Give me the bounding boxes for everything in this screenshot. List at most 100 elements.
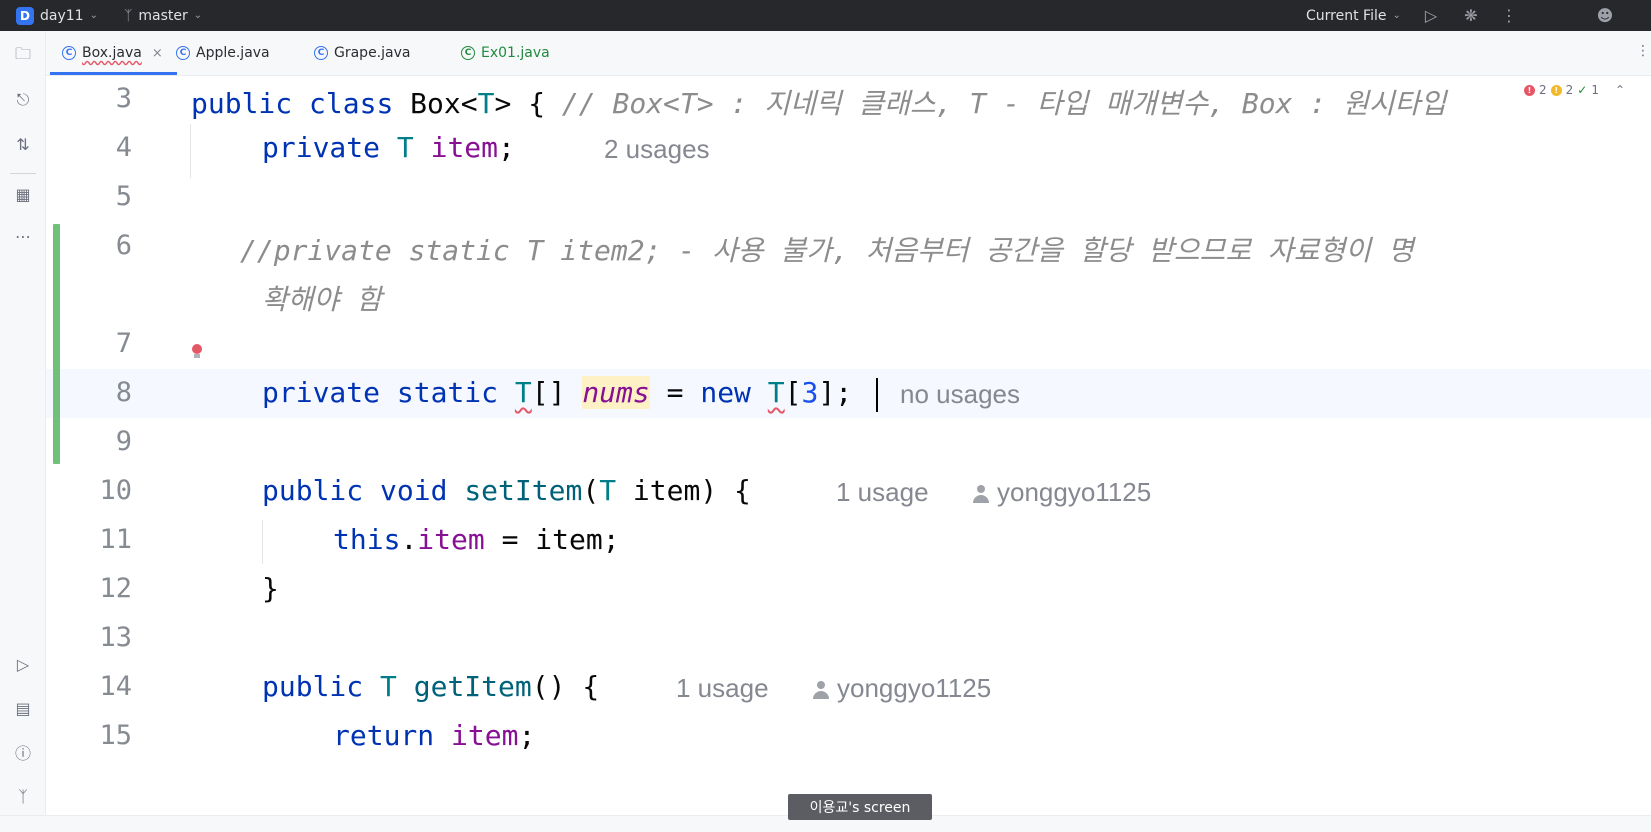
code-editor[interactable]: ! 2 ! 2 ✓ 1 ⌃ 3 4 5 6 7 8 9 10 11 12 13 … <box>46 76 1651 815</box>
method-name: getItem <box>413 670 532 703</box>
chevron-down-icon: ⌄ <box>1392 10 1401 21</box>
line-number: 9 <box>115 426 132 457</box>
symbol: ) { <box>700 474 751 507</box>
line-number: 8 <box>115 377 132 408</box>
type-param: T <box>477 87 495 120</box>
indent-guide <box>262 520 263 564</box>
indent-guide <box>190 124 191 178</box>
add-user-icon[interactable]: ☻ <box>1592 0 1618 31</box>
tab-apple-java[interactable]: C Apple.java <box>176 31 270 75</box>
type-param: T <box>599 474 617 507</box>
symbol: ( <box>582 474 600 507</box>
number-literal: 3 <box>801 376 819 409</box>
tool-separator <box>10 173 36 174</box>
type-param-error: T <box>767 376 785 409</box>
branch-selector[interactable]: ᛉ master ⌄ <box>124 0 202 31</box>
keyword: this <box>333 523 401 556</box>
git-icon[interactable]: ᛉ <box>10 783 36 809</box>
project-selector[interactable]: D day11 ⌄ <box>16 0 98 31</box>
inspections-widget[interactable]: ! 2 ! 2 ✓ 1 ⌃ <box>1524 80 1625 100</box>
symbol: ; <box>498 131 515 164</box>
pull-request-icon[interactable]: ⇅ <box>10 131 36 157</box>
tool-window-strip: 🗀 ⎋ ⇅ ▦ ⋯ ▷ ▤ ⓘ ᛉ <box>0 31 46 815</box>
tab-grape-java[interactable]: C Grape.java <box>314 31 410 75</box>
keyword: static <box>396 376 499 409</box>
chevron-down-icon: ⌄ <box>193 10 203 21</box>
author-icon <box>973 485 989 504</box>
tab-box-java[interactable]: C Box.java × <box>50 31 177 75</box>
line-number: 15 <box>99 720 132 751</box>
line-number: 13 <box>99 622 132 653</box>
more-icon[interactable]: ⋯ <box>10 223 36 249</box>
debug-icon[interactable]: ❋ <box>1458 0 1484 31</box>
line-number: 12 <box>99 573 132 604</box>
field: item <box>417 523 485 556</box>
code-line-14: public T getItem() { <box>262 670 599 703</box>
tab-ex01-java[interactable]: C Ex01.java <box>461 31 550 75</box>
keyword: public <box>262 474 364 507</box>
code-line-3: public class Box<T> { // Box<T> : 지네릭 클래… <box>191 82 1446 122</box>
keyword: private <box>262 376 381 409</box>
author-name: yonggyo1125 <box>837 673 992 703</box>
tab-label: Apple.java <box>196 45 270 61</box>
code-line-10: public void setItem(T item) { <box>262 474 751 507</box>
field: item <box>430 131 499 164</box>
tab-label: Box.java <box>82 45 142 61</box>
error-count: 2 <box>1539 83 1547 97</box>
services-icon[interactable]: ▷ <box>10 651 36 677</box>
problems-icon[interactable]: ⓘ <box>10 739 36 765</box>
field: item <box>451 719 519 752</box>
usages-hint[interactable]: 1 usage <box>836 477 929 507</box>
terminal-icon[interactable]: ▤ <box>10 695 36 721</box>
ok-count: 1 <box>1591 83 1599 97</box>
branch-icon: ᛉ <box>124 7 133 24</box>
tab-menu-icon[interactable]: ⋮ <box>1636 43 1650 59</box>
usage-author-hint[interactable]: 1 usage yonggyo1125 <box>836 477 1151 508</box>
code-line-8: private static T[] nums = new T[3]; <box>262 376 852 409</box>
type-param: T <box>396 131 414 164</box>
usage-author-hint[interactable]: 1 usage yonggyo1125 <box>676 673 991 704</box>
symbol: { <box>528 87 546 120</box>
static-field: nums <box>582 376 650 409</box>
editor-tabs: C Box.java × C Apple.java C Grape.java C… <box>46 31 1651 76</box>
usages-hint[interactable]: 1 usage <box>676 673 769 703</box>
line-number: 3 <box>115 83 132 114</box>
class-icon: C <box>314 46 328 60</box>
keyword: void <box>380 474 448 507</box>
project-badge: D <box>16 6 34 25</box>
usages-hint[interactable]: 2 usages <box>604 134 710 165</box>
line-number: 14 <box>99 671 132 702</box>
more-vertical-icon[interactable]: ⋮ <box>1496 0 1522 31</box>
check-icon: ✓ <box>1577 83 1588 97</box>
symbol: ; <box>518 719 536 752</box>
chevron-down-icon: ⌄ <box>89 10 98 21</box>
symbol: . <box>400 523 418 556</box>
folder-icon[interactable]: 🗀 <box>10 43 36 69</box>
commit-icon[interactable]: ⎋ <box>10 87 36 113</box>
code-line-12: } <box>262 572 279 605</box>
class-icon: C <box>176 46 190 60</box>
vcs-modified-marker <box>53 224 60 464</box>
author-icon <box>813 681 829 700</box>
usages-hint[interactable]: no usages <box>900 379 1020 410</box>
keyword: public <box>191 87 293 120</box>
keyword: return <box>333 719 435 752</box>
chevron-up-icon[interactable]: ⌃ <box>1615 83 1625 97</box>
run-config-selector[interactable]: Current File ⌄ <box>1306 0 1401 31</box>
comment: // Box<T> : 지네릭 클래스, T - 타입 매개변수, Box : … <box>561 87 1447 120</box>
symbol: () { <box>531 670 600 703</box>
symbol: < <box>460 87 478 120</box>
run-icon[interactable]: ▷ <box>1418 0 1444 31</box>
code-line-15: return item; <box>333 719 535 752</box>
line-number: 5 <box>115 181 132 212</box>
close-icon[interactable]: × <box>152 46 163 61</box>
run-config-label: Current File <box>1306 7 1387 24</box>
runnable-class-icon: C <box>461 46 475 60</box>
line-number: 4 <box>115 132 132 163</box>
code-line-6-wrap: 확해야 함 <box>262 283 382 316</box>
error-bulb-icon[interactable] <box>191 344 203 360</box>
line-number: 6 <box>115 230 132 261</box>
structure-icon[interactable]: ▦ <box>10 181 36 207</box>
code-line-6: //private static T item2; - 사용 불가, 처음부터 … <box>240 234 1414 267</box>
symbol: [] <box>531 376 566 409</box>
